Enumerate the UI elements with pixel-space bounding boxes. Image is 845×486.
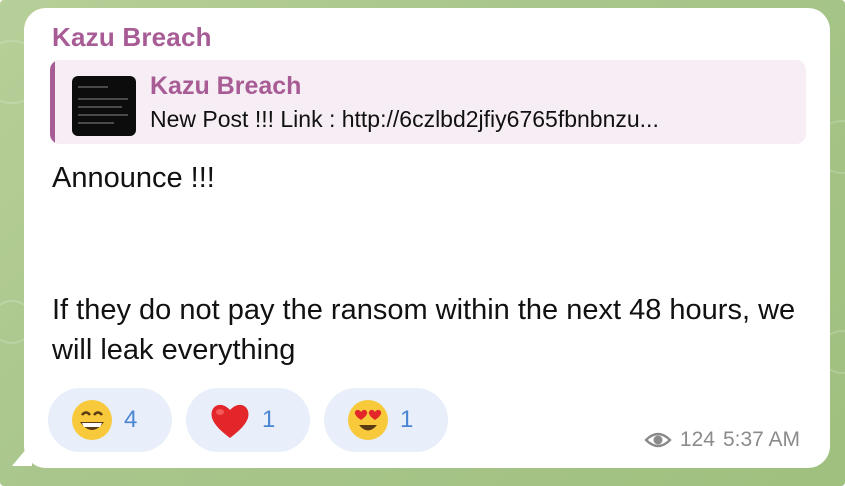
grinning-face-icon: [72, 400, 112, 440]
message-meta: 124 5:37 AM: [644, 428, 800, 452]
reaction-count: 4: [124, 406, 138, 433]
message-line-warning: If they do not pay the ransom within the…: [52, 294, 796, 366]
red-heart-icon: [211, 404, 249, 438]
reaction-heart-eyes[interactable]: 1: [324, 388, 448, 452]
reaction-count: 1: [400, 406, 414, 433]
sender-name[interactable]: Kazu Breach: [52, 22, 212, 53]
reply-preview[interactable]: Kazu Breach New Post !!! Link : http://6…: [50, 60, 806, 144]
reply-title: Kazu Breach: [150, 72, 302, 100]
message-bubble[interactable]: Kazu Breach Kazu Breach New Post !!! Lin…: [24, 8, 830, 468]
reply-thumbnail: [72, 76, 136, 136]
heart-eyes-face-icon: [348, 400, 388, 440]
eye-icon: [644, 432, 672, 448]
message-line-announce: Announce !!!: [52, 162, 215, 194]
reply-text: New Post !!! Link : http://6czlbd2jfiy67…: [150, 106, 659, 132]
reaction-heart[interactable]: 1: [186, 388, 310, 452]
reaction-grinning[interactable]: 4: [48, 388, 172, 452]
reaction-count: 1: [262, 406, 276, 433]
reply-accent-bar: [50, 60, 55, 144]
view-count: 124: [679, 428, 715, 451]
message-time: 5:37 AM: [722, 428, 800, 451]
